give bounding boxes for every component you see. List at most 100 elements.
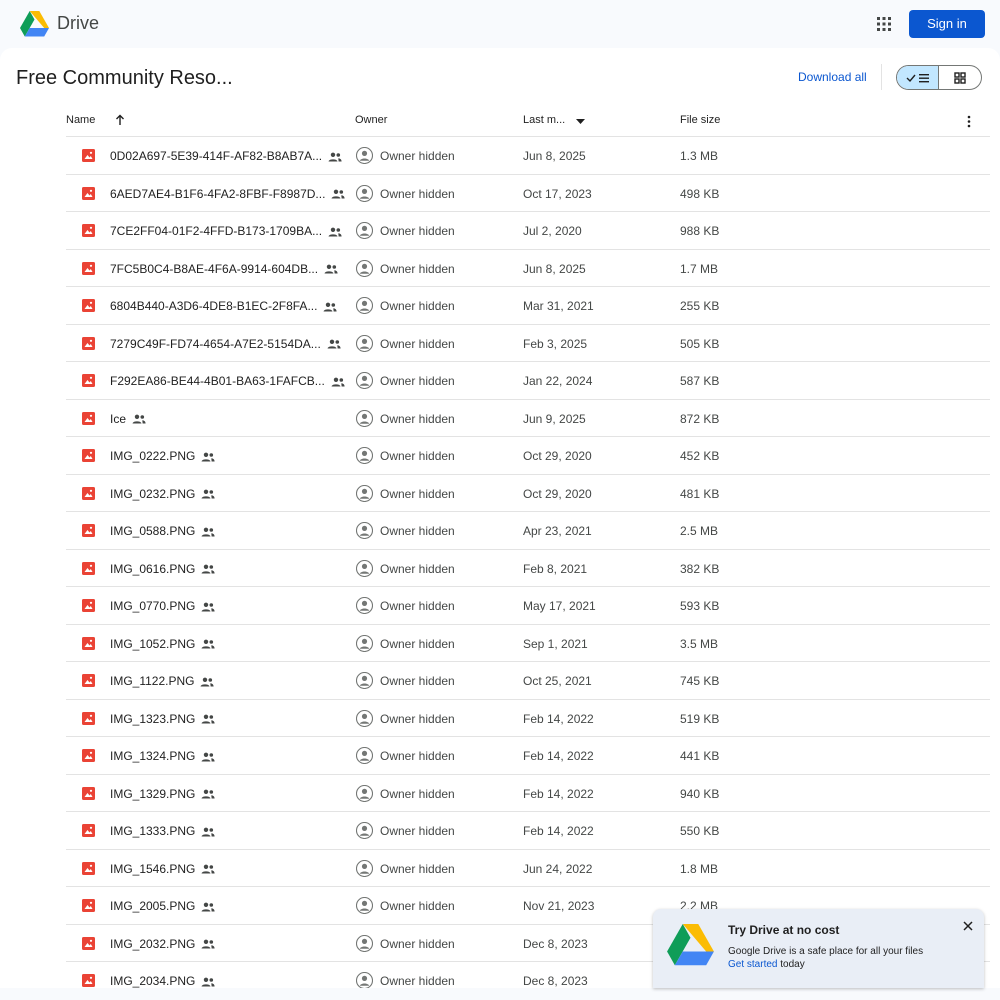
file-name-text: IMG_1324.PNG	[110, 749, 196, 763]
image-file-icon	[82, 749, 95, 762]
sign-in-button[interactable]: Sign in	[909, 10, 985, 38]
toolbar-divider	[881, 64, 882, 90]
file-name: Ice	[110, 412, 146, 426]
file-owner: Owner hidden	[380, 411, 455, 426]
file-owner: Owner hidden	[380, 711, 455, 726]
file-last-modified: Feb 3, 2025	[523, 336, 588, 351]
file-name-text: IMG_2032.PNG	[110, 936, 196, 951]
file-size: 498 KB	[680, 186, 720, 201]
file-name-text: IMG_0588.PNG	[110, 524, 196, 538]
file-row[interactable]: F292EA86-BE44-4B01-BA63-1FAFCB... Owner h…	[66, 362, 990, 400]
file-size: 593 KB	[680, 599, 720, 613]
avatar-placeholder-icon	[356, 259, 373, 277]
sort-arrow-up-icon[interactable]	[115, 114, 125, 126]
file-row[interactable]: 6804B440-A3D6-4DE8-B1EC-2F8FA... Owner hi…	[66, 287, 990, 325]
shared-people-icon	[328, 152, 342, 162]
file-name-text: 6AED7AE4-B1F6-4FA2-8FBF-F8987D...	[110, 186, 326, 201]
file-row[interactable]: 0D02A697-5E39-414F-AF82-B8AB7A... Owner h…	[66, 137, 990, 175]
shared-people-icon	[201, 452, 215, 462]
shared-people-icon	[201, 864, 215, 874]
file-owner: Owner hidden	[380, 224, 455, 238]
file-owner: Owner hidden	[380, 824, 455, 838]
more-options-icon[interactable]	[966, 115, 972, 128]
file-size: 1.3 MB	[680, 149, 719, 163]
file-size: 1.8 MB	[680, 861, 719, 876]
file-row[interactable]: Ice Owner hidden Jun 9, 2025 872 KB	[66, 400, 990, 437]
file-last-modified: Feb 14, 2022	[523, 711, 594, 726]
file-last-modified: Oct 29, 2020	[523, 486, 592, 501]
file-last-modified: Feb 8, 2021	[523, 561, 588, 576]
close-icon[interactable]	[962, 920, 974, 932]
image-file-icon	[82, 299, 95, 312]
get-started-link[interactable]: Get started	[728, 959, 777, 970]
file-name: IMG_2032.PNG	[110, 937, 215, 951]
file-last-modified: Nov 21, 2023	[523, 899, 595, 913]
file-name-text: Ice	[110, 411, 127, 426]
shared-people-icon	[201, 564, 215, 574]
file-name-text: 0D02A697-5E39-414F-AF82-B8AB7A...	[110, 149, 323, 163]
promo-cta-line: Get started today	[728, 959, 805, 970]
file-row[interactable]: IMG_1052.PNG Owner hidden Sep 1, 2021 3.5 M…	[66, 625, 990, 662]
grid-view-button[interactable]	[939, 66, 981, 89]
file-row[interactable]: IMG_1546.PNG Owner hidden Jun 24, 2022 1.8 …	[66, 850, 990, 887]
image-file-icon	[82, 824, 95, 837]
file-name: IMG_0770.PNG	[110, 599, 215, 613]
download-all-button[interactable]: Download all	[798, 70, 867, 84]
avatar-placeholder-icon	[356, 372, 373, 389]
file-owner: Owner hidden	[380, 974, 455, 988]
image-file-icon	[82, 224, 95, 237]
file-row[interactable]: IMG_0222.PNG Owner hidden Oct 29, 2020 452 …	[66, 437, 990, 475]
file-row[interactable]: IMG_0588.PNG Owner hidden Apr 23, 2021 2.5 …	[66, 512, 990, 550]
file-row[interactable]: IMG_0770.PNG Owner hidden May 17, 2021 593 …	[66, 587, 990, 625]
apps-grid-icon[interactable]	[874, 14, 894, 34]
file-name-text: IMG_2034.PNG	[110, 974, 196, 988]
file-size: 382 KB	[680, 561, 720, 576]
image-file-icon	[82, 636, 95, 650]
file-row[interactable]: 7CE2FF04-01F2-4FFD-B173-1709BA... Owner h…	[66, 212, 990, 250]
file-name: IMG_1329.PNG	[110, 787, 215, 801]
caret-down-icon[interactable]	[576, 119, 585, 124]
file-last-modified: Mar 31, 2021	[523, 299, 594, 313]
file-size: 255 KB	[680, 299, 720, 313]
file-size: 550 KB	[680, 824, 720, 838]
file-owner: Owner hidden	[380, 374, 455, 388]
file-last-modified: Feb 14, 2022	[523, 786, 594, 801]
folder-view: Free Community Reso... Download all Name	[0, 48, 1000, 988]
file-row[interactable]: 6AED7AE4-B1F6-4FA2-8FBF-F8987D... Owner h…	[66, 175, 990, 212]
file-row[interactable]: 7279C49F-FD74-4654-A7E2-5154DA... Owner h…	[66, 325, 990, 362]
file-owner: Owner hidden	[380, 749, 455, 763]
file-size: 481 KB	[680, 486, 720, 501]
avatar-placeholder-icon	[356, 297, 373, 314]
column-header-last-modified[interactable]: Last m...	[523, 114, 565, 126]
avatar-placeholder-icon	[356, 409, 373, 427]
file-row[interactable]: IMG_0616.PNG Owner hidden Feb 8, 2021 382 K…	[66, 550, 990, 587]
file-last-modified: Feb 14, 2022	[523, 749, 594, 763]
file-owner: Owner hidden	[380, 599, 455, 613]
shared-people-icon	[201, 489, 215, 499]
file-last-modified: Dec 8, 2023	[523, 974, 588, 988]
promo-title: Try Drive at no cost	[728, 923, 840, 937]
file-row[interactable]: IMG_1323.PNG Owner hidden Feb 14, 2022 519 …	[66, 700, 990, 737]
column-header-file-size[interactable]: File size	[680, 114, 720, 126]
list-view-button[interactable]	[897, 66, 940, 89]
avatar-placeholder-icon	[356, 897, 373, 914]
file-row[interactable]: IMG_1122.PNG Owner hidden Oct 25, 2021 745 …	[66, 662, 990, 700]
file-row[interactable]: IMG_1329.PNG Owner hidden Feb 14, 2022 940 …	[66, 775, 990, 812]
file-owner: Owner hidden	[380, 186, 455, 201]
file-owner: Owner hidden	[380, 861, 455, 876]
file-last-modified: Jun 8, 2025	[523, 149, 586, 163]
file-row[interactable]: IMG_1333.PNG Owner hidden Feb 14, 2022 550 …	[66, 812, 990, 850]
file-size: 3.5 MB	[680, 636, 719, 651]
image-file-icon	[82, 786, 95, 800]
file-row[interactable]: IMG_1324.PNG Owner hidden Feb 14, 2022 441 …	[66, 737, 990, 775]
promo-body: Google Drive is a safe place for all you…	[728, 946, 924, 957]
brand-name[interactable]: Drive	[57, 13, 99, 34]
file-row[interactable]: 7FC5B0C4-B8AE-4F6A-9914-604DB... Owner hi…	[66, 250, 990, 287]
google-drive-logo-icon[interactable]	[20, 11, 49, 37]
file-row[interactable]: IMG_0232.PNG Owner hidden Oct 29, 2020 481 …	[66, 475, 990, 512]
column-header-name[interactable]: Name	[66, 114, 95, 126]
image-file-icon	[82, 186, 95, 200]
file-name-text: 6804B440-A3D6-4DE8-B1EC-2F8FA...	[110, 299, 318, 313]
view-toggle	[896, 65, 982, 90]
file-name-text: IMG_1333.PNG	[110, 824, 196, 838]
